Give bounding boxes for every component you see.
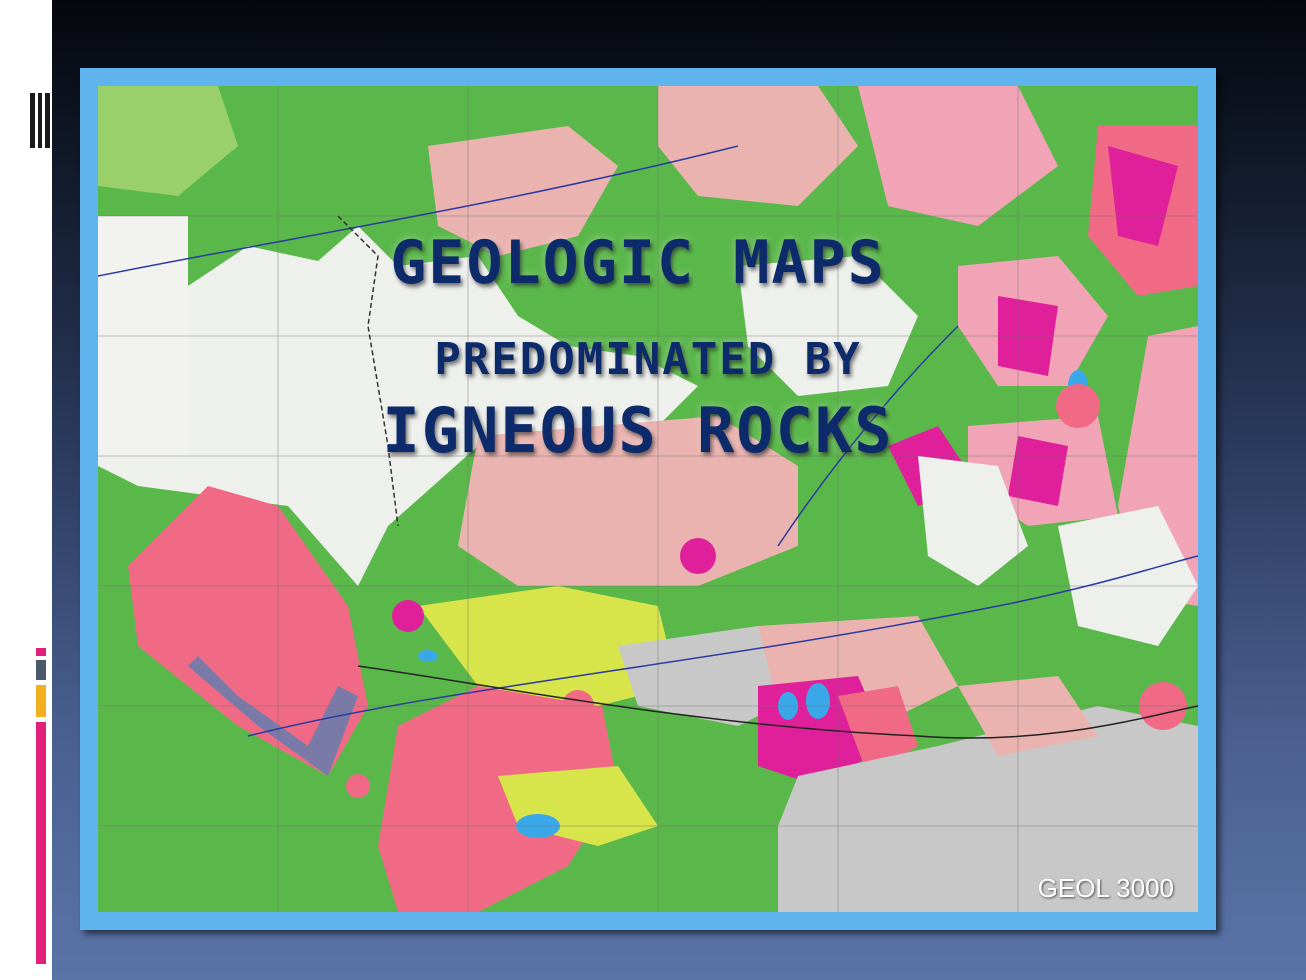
title-line-3: IGNEOUS ROCKS — [382, 394, 894, 467]
course-label: GEOL 3000 — [1037, 873, 1174, 903]
deco-bar — [45, 93, 50, 148]
deco-bar — [38, 93, 42, 148]
deco-bar — [30, 93, 35, 148]
side-accent-gray — [36, 660, 46, 680]
geologic-map-image: GEOLOGIC MAPS PREDOMINATED BY IGNEOUS RO… — [98, 86, 1198, 912]
side-accent-pink — [36, 722, 46, 964]
map-graphic — [98, 86, 1198, 912]
thumbnail-strip — [0, 0, 52, 980]
title-line-2: PREDOMINATED BY — [434, 334, 862, 385]
title-line-1: GEOLOGIC MAPS — [390, 228, 886, 298]
side-accent-orange — [36, 685, 46, 717]
side-accent-pink — [36, 648, 46, 656]
